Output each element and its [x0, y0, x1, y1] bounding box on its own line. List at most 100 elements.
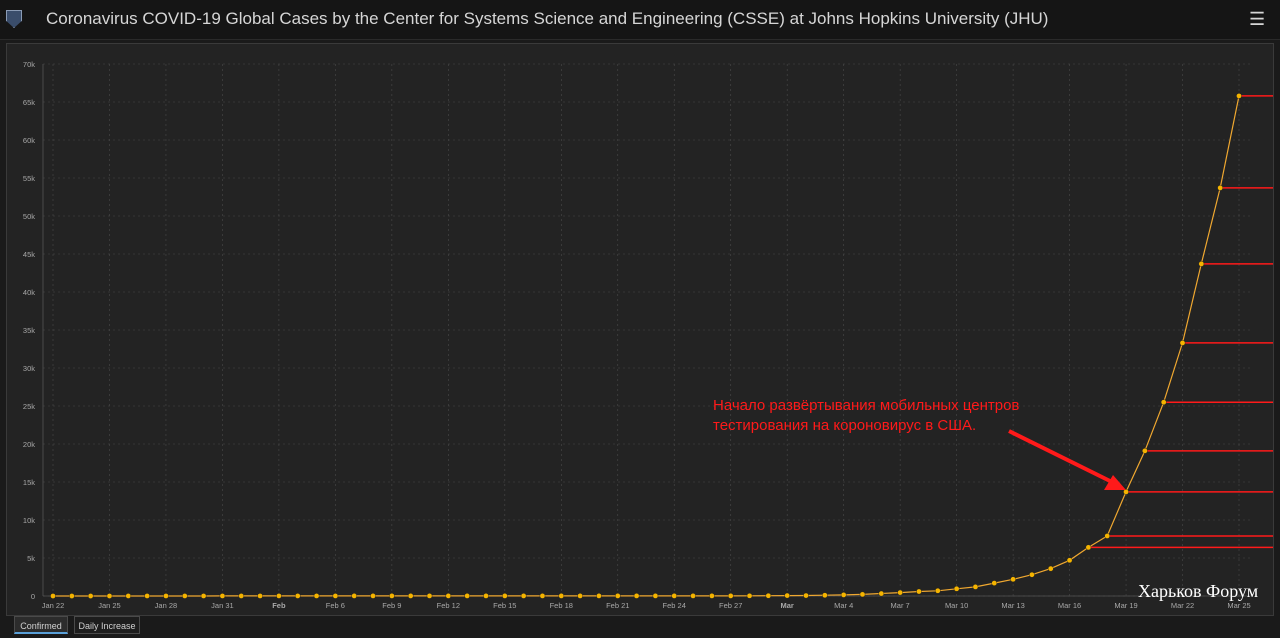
- cases-line-chart: 0 5k 10k 15k 20k 25k 30k 35k 40k 45k 50k 55k 60k 65k 7…: [23, 60, 1273, 610]
- y-tick-label: 20k: [23, 440, 35, 449]
- y-tick-label: 25k: [23, 402, 35, 411]
- y-tick-label: 45k: [23, 250, 35, 259]
- data-point[interactable]: [144, 593, 150, 599]
- data-point[interactable]: [106, 593, 113, 599]
- data-point[interactable]: [87, 593, 94, 599]
- x-tick-label: Jan 22: [42, 601, 65, 610]
- data-point[interactable]: [294, 593, 301, 599]
- data-point[interactable]: [464, 593, 470, 599]
- annotation-text-line1: Начало развёртывания мобильных центров: [713, 397, 1019, 414]
- data-point[interactable]: [840, 592, 847, 598]
- data-point[interactable]: [483, 593, 489, 599]
- data-point[interactable]: [934, 587, 941, 594]
- x-tick-label: Feb: [272, 601, 286, 610]
- data-point[interactable]: [596, 593, 602, 599]
- data-point[interactable]: [878, 590, 885, 597]
- data-point[interactable]: [690, 593, 696, 599]
- data-point[interactable]: [1160, 399, 1167, 406]
- data-point[interactable]: [1104, 533, 1111, 539]
- tab-confirmed[interactable]: Confirmed: [14, 616, 68, 634]
- data-point[interactable]: [1217, 185, 1223, 191]
- data-point[interactable]: [822, 592, 828, 599]
- data-point[interactable]: [897, 589, 903, 596]
- series-confirmed: [50, 93, 1242, 599]
- data-point[interactable]: [219, 593, 226, 599]
- data-point[interactable]: [558, 593, 565, 599]
- data-point[interactable]: [746, 593, 753, 599]
- data-point[interactable]: [991, 580, 998, 586]
- data-point[interactable]: [916, 588, 922, 595]
- y-tick-label: 0: [31, 592, 35, 601]
- y-tick-label: 5k: [27, 554, 35, 563]
- data-point[interactable]: [520, 593, 527, 599]
- data-point[interactable]: [765, 592, 772, 599]
- data-point[interactable]: [577, 593, 583, 599]
- data-point[interactable]: [407, 593, 414, 599]
- data-point[interactable]: [445, 593, 452, 599]
- data-point[interactable]: [727, 593, 734, 599]
- data-point[interactable]: [953, 585, 960, 592]
- data-point[interactable]: [125, 593, 132, 599]
- data-point[interactable]: [1198, 261, 1205, 267]
- data-point[interactable]: [539, 593, 546, 599]
- data-point[interactable]: [972, 584, 979, 590]
- data-point[interactable]: [389, 593, 395, 599]
- data-point[interactable]: [163, 593, 169, 599]
- data-point[interactable]: [1066, 557, 1073, 564]
- data-point[interactable]: [181, 593, 188, 599]
- x-tick-label: Jan 31: [211, 601, 234, 610]
- data-point[interactable]: [1010, 576, 1016, 583]
- x-tick-label: Mar 4: [834, 601, 853, 610]
- y-tick-label: 60k: [23, 136, 35, 145]
- x-tick-label: Mar 7: [891, 601, 910, 610]
- y-tick-label: 55k: [23, 174, 35, 183]
- data-point[interactable]: [238, 593, 245, 599]
- data-point[interactable]: [313, 593, 320, 599]
- data-point[interactable]: [784, 592, 790, 599]
- x-tick-label: Mar 19: [1114, 601, 1137, 610]
- x-tick-label: Mar 16: [1058, 601, 1081, 610]
- data-point[interactable]: [1179, 340, 1186, 346]
- data-point[interactable]: [1047, 565, 1054, 572]
- data-point[interactable]: [652, 593, 659, 599]
- data-point[interactable]: [633, 593, 640, 599]
- tab-daily-increase[interactable]: Daily Increase: [74, 616, 140, 634]
- hamburger-icon[interactable]: ☰: [1249, 9, 1265, 30]
- y-tick-label: 15k: [23, 478, 35, 487]
- data-point[interactable]: [370, 593, 376, 599]
- data-point[interactable]: [1029, 571, 1035, 578]
- data-point[interactable]: [803, 592, 809, 599]
- watermark: Харьков Форум: [1138, 581, 1258, 601]
- x-tick-label: Feb 24: [663, 601, 686, 610]
- data-point[interactable]: [50, 593, 56, 599]
- y-tick-label: 30k: [23, 364, 35, 373]
- data-point[interactable]: [276, 593, 282, 599]
- data-point[interactable]: [332, 593, 339, 599]
- data-point[interactable]: [502, 593, 508, 599]
- data-point[interactable]: [1236, 93, 1242, 99]
- y-tick-label: 50k: [23, 212, 35, 221]
- data-point[interactable]: [614, 593, 621, 599]
- data-point[interactable]: [1142, 448, 1148, 454]
- data-point[interactable]: [859, 591, 866, 598]
- data-point[interactable]: [351, 593, 358, 599]
- x-tick-label: Feb 21: [606, 601, 629, 610]
- annotation-arrow: [1008, 429, 1111, 483]
- y-tick-label: 10k: [23, 516, 35, 525]
- data-point[interactable]: [257, 593, 263, 599]
- x-tick-label: Mar: [781, 601, 794, 610]
- data-point[interactable]: [69, 593, 75, 599]
- x-tick-label: Jan 25: [98, 601, 121, 610]
- data-point[interactable]: [671, 593, 678, 599]
- data-point[interactable]: [1085, 544, 1092, 551]
- y-tick-label: 65k: [23, 98, 35, 107]
- data-point[interactable]: [200, 593, 207, 599]
- data-point[interactable]: [426, 593, 433, 599]
- x-tick-label: Mar 10: [945, 601, 968, 610]
- data-point[interactable]: [709, 593, 715, 599]
- x-axis: Jan 22 Jan 25 Jan 28 Jan 31 Feb Feb 6 Feb 9 Feb…: [42, 601, 1251, 610]
- data-point[interactable]: [1123, 489, 1129, 495]
- annotation: Начало развёртывания мобильных центров т…: [713, 397, 1126, 490]
- x-tick-label: Mar 25: [1227, 601, 1250, 610]
- y-axis: 0 5k 10k 15k 20k 25k 30k 35k 40k 45k 50k 55k 60k 65k 7…: [23, 60, 35, 601]
